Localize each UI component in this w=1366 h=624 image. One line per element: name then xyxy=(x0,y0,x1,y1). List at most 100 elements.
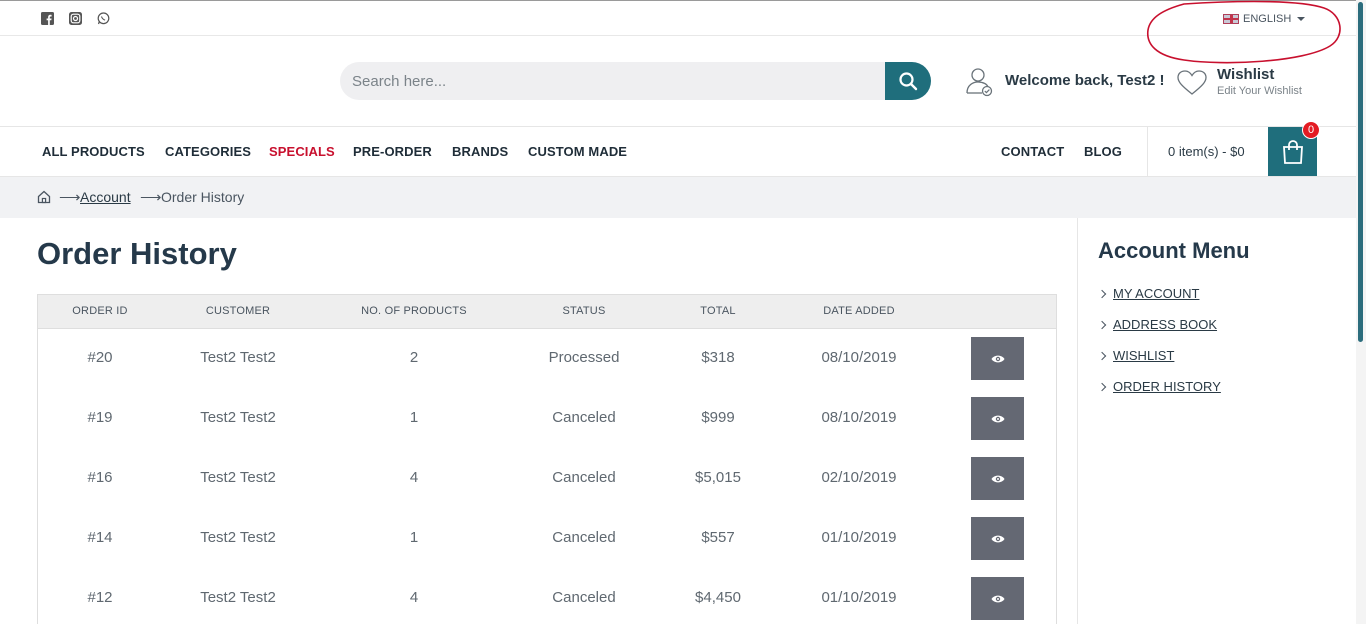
table-row: #19 Test2 Test2 1 Canceled $999 08/10/20… xyxy=(38,389,1056,449)
search-box xyxy=(340,62,885,100)
view-order-button[interactable] xyxy=(971,397,1024,440)
menu-item-wishlist[interactable]: WISHLIST xyxy=(1097,348,1175,363)
social-links xyxy=(41,12,110,25)
eye-icon xyxy=(991,475,1004,482)
eye-icon xyxy=(991,535,1004,542)
nav-custom-made[interactable]: CUSTOM MADE xyxy=(528,144,627,159)
customer-cell: Test2 Test2 xyxy=(200,589,276,606)
total-cell: $999 xyxy=(701,409,735,426)
welcome-message[interactable]: Welcome back, Test2 ! xyxy=(1005,72,1165,89)
eye-icon xyxy=(991,595,1004,602)
column-header-products: NO. OF PRODUCTS xyxy=(361,305,467,317)
nav-blog[interactable]: BLOG xyxy=(1084,144,1122,159)
order-id-cell: #14 xyxy=(87,529,113,546)
wishlist-link[interactable]: Wishlist xyxy=(1217,66,1274,83)
search-icon xyxy=(899,72,918,91)
view-order-button[interactable] xyxy=(971,337,1024,380)
table-row: #16 Test2 Test2 4 Canceled $5,015 02/10/… xyxy=(38,449,1056,509)
total-cell: $557 xyxy=(701,529,735,546)
status-cell: Canceled xyxy=(552,469,616,486)
total-cell: $5,015 xyxy=(695,469,741,486)
whatsapp-icon[interactable] xyxy=(97,12,110,25)
status-cell: Processed xyxy=(548,349,620,366)
customer-cell: Test2 Test2 xyxy=(200,349,276,366)
search-input[interactable] xyxy=(340,62,885,100)
menu-item-label: MY ACCOUNT xyxy=(1113,286,1200,301)
products-count-cell: 4 xyxy=(409,469,419,486)
eye-icon xyxy=(991,355,1004,362)
nav-contact[interactable]: CONTACT xyxy=(1001,144,1064,159)
order-id-cell: #12 xyxy=(87,589,113,606)
date-cell: 08/10/2019 xyxy=(821,409,897,426)
scrollbar-thumb[interactable] xyxy=(1358,2,1363,342)
nav-all-products[interactable]: ALL PRODUCTS xyxy=(42,144,145,159)
column-header-date-added: DATE ADDED xyxy=(823,305,895,317)
view-order-button[interactable] xyxy=(971,457,1024,500)
column-header-status: STATUS xyxy=(562,305,606,317)
nav-specials[interactable]: SPECIALS xyxy=(269,144,335,159)
breadcrumb-current: Order History xyxy=(161,189,245,205)
customer-cell: Test2 Test2 xyxy=(200,469,276,486)
search-button[interactable] xyxy=(885,62,931,100)
date-cell: 08/10/2019 xyxy=(821,349,897,366)
arrow-right-icon: ⟶ xyxy=(140,189,162,206)
order-id-cell: #16 xyxy=(87,469,113,486)
instagram-icon[interactable] xyxy=(69,12,82,25)
menu-item-label: WISHLIST xyxy=(1113,348,1175,363)
date-cell: 01/10/2019 xyxy=(821,529,897,546)
chevron-right-icon xyxy=(1097,289,1107,298)
page-title: Order History xyxy=(37,236,237,271)
status-cell: Canceled xyxy=(552,589,616,606)
table-row: #14 Test2 Test2 1 Canceled $557 01/10/20… xyxy=(38,509,1056,569)
view-order-button[interactable] xyxy=(971,517,1024,560)
chevron-right-icon xyxy=(1097,351,1107,360)
home-icon[interactable] xyxy=(37,190,51,204)
nav-pre-order[interactable]: PRE-ORDER xyxy=(353,144,432,159)
customer-cell: Test2 Test2 xyxy=(200,409,276,426)
menu-item-address-book[interactable]: ADDRESS BOOK xyxy=(1097,317,1218,332)
table-header: ORDER ID CUSTOMER NO. OF PRODUCTS STATUS… xyxy=(38,295,1056,329)
shopping-bag-icon xyxy=(1282,139,1303,164)
menu-item-my-account[interactable]: MY ACCOUNT xyxy=(1097,286,1200,301)
table-row: #12 Test2 Test2 4 Canceled $4,450 01/10/… xyxy=(38,569,1056,624)
column-header-order-id: ORDER ID xyxy=(72,305,128,317)
status-cell: Canceled xyxy=(552,409,616,426)
products-count-cell: 1 xyxy=(409,529,419,546)
products-count-cell: 4 xyxy=(409,589,419,606)
order-history-table: ORDER ID CUSTOMER NO. OF PRODUCTS STATUS… xyxy=(37,294,1057,624)
products-count-cell: 1 xyxy=(409,409,419,426)
nav-brands[interactable]: BRANDS xyxy=(452,144,508,159)
heart-icon[interactable] xyxy=(1177,70,1207,96)
customer-cell: Test2 Test2 xyxy=(200,529,276,546)
breadcrumb: ⟶ Account ⟶ Order History xyxy=(0,177,1366,218)
account-menu-title: Account Menu xyxy=(1098,238,1250,263)
nav-categories[interactable]: CATEGORIES xyxy=(165,144,251,159)
facebook-icon[interactable] xyxy=(41,12,54,25)
main-navigation: ALL PRODUCTS CATEGORIES SPECIALS PRE-ORD… xyxy=(0,127,1366,177)
user-account-icon[interactable] xyxy=(965,67,993,97)
view-order-button[interactable] xyxy=(971,577,1024,620)
date-cell: 01/10/2019 xyxy=(821,589,897,606)
date-cell: 02/10/2019 xyxy=(821,469,897,486)
status-cell: Canceled xyxy=(552,529,616,546)
cart-count-badge: 0 xyxy=(1302,121,1320,139)
breadcrumb-account-link[interactable]: Account xyxy=(80,189,131,205)
column-header-customer: CUSTOMER xyxy=(205,305,271,317)
menu-item-label: ORDER HISTORY xyxy=(1113,379,1221,394)
table-row: #20 Test2 Test2 2 Processed $318 08/10/2… xyxy=(38,329,1056,389)
wishlist-subtitle[interactable]: Edit Your Wishlist xyxy=(1217,85,1302,97)
eye-icon xyxy=(991,415,1004,422)
menu-item-label: ADDRESS BOOK xyxy=(1113,317,1218,332)
total-cell: $4,450 xyxy=(695,589,741,606)
products-count-cell: 2 xyxy=(409,349,419,366)
chevron-right-icon xyxy=(1097,382,1107,391)
menu-item-order-history[interactable]: ORDER HISTORY xyxy=(1097,379,1221,394)
cart-summary[interactable]: 0 item(s) - $0 xyxy=(1168,144,1245,159)
cart-divider xyxy=(1147,127,1148,177)
total-cell: $318 xyxy=(701,349,735,366)
arrow-right-icon: ⟶ xyxy=(59,189,81,206)
column-header-total: TOTAL xyxy=(700,305,736,317)
site-header: Welcome back, Test2 ! Wishlist Edit Your… xyxy=(0,36,1366,127)
sidebar-divider xyxy=(1077,218,1078,624)
order-id-cell: #20 xyxy=(87,349,113,366)
